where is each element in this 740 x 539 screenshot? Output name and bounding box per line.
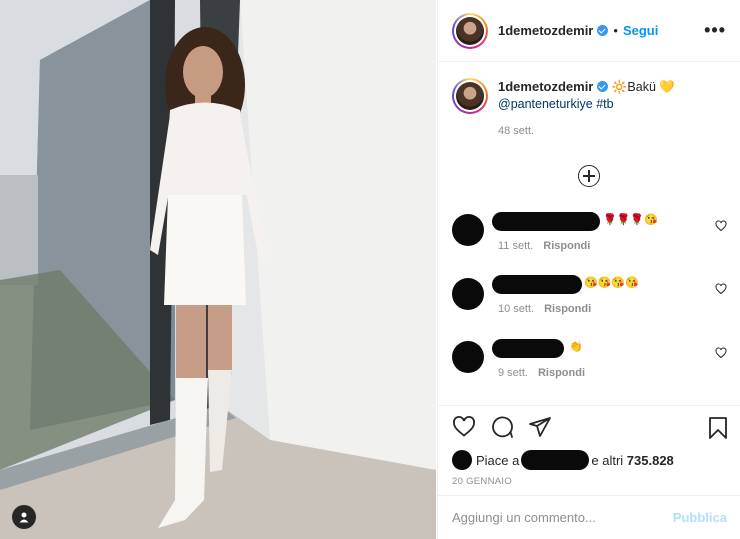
comment-text: 😘😘😘😘 [584, 277, 639, 289]
more-options-icon[interactable]: ••• [704, 20, 726, 41]
caption-time[interactable]: 48 sett. [498, 123, 726, 140]
comment-avatar[interactable] [452, 214, 484, 246]
likes-suffix: e altri [591, 452, 624, 468]
likes-count: 735.828 [626, 452, 674, 468]
likes-prefix: Piace a [476, 452, 520, 468]
comment-meta: 10 sett. Rispondi [498, 303, 591, 315]
liker-avatar [452, 450, 472, 470]
comment-meta: 9 sett. Rispondi [498, 367, 585, 379]
action-icons [452, 414, 727, 440]
reply-button[interactable]: Rispondi [538, 367, 585, 379]
separator-dot: • [613, 23, 618, 38]
likes-summary[interactable]: Piace a e altri 735.828 [452, 450, 727, 470]
publish-button[interactable]: Pubblica [673, 510, 727, 525]
comment-time[interactable]: 9 sett. [498, 367, 528, 379]
comment-avatar[interactable] [452, 341, 484, 373]
comment-heart-icon[interactable] [715, 283, 727, 295]
reply-button[interactable]: Rispondi [544, 303, 591, 315]
comment-text: 👏 [569, 341, 583, 353]
comment-item: 👏 9 sett. Rispondi [452, 339, 727, 379]
caption-username[interactable]: 1demetozdemir [498, 79, 593, 94]
liker-username-redacted [521, 450, 590, 470]
comment-item: 😘😘😘😘 10 sett. Rispondi [452, 275, 727, 315]
comment-username-redacted [492, 275, 582, 294]
heart-icon[interactable] [452, 415, 476, 439]
comment-avatar[interactable] [452, 278, 484, 310]
comment-time[interactable]: 10 sett. [498, 303, 534, 315]
caption-avatar[interactable] [452, 78, 488, 114]
caption-text: 🔆Bakü 💛 [611, 80, 675, 94]
caption-mention[interactable]: @panteneturkiye [498, 97, 593, 111]
caption-hashtag[interactable]: #tb [596, 97, 613, 111]
post-date[interactable]: 20 GENNAIO [452, 476, 727, 487]
comment-time[interactable]: 11 sett. [498, 240, 533, 252]
bookmark-icon[interactable] [707, 416, 729, 440]
follow-button[interactable]: Segui [623, 23, 658, 38]
author-username[interactable]: 1demetozdemir [498, 23, 593, 38]
user-tag-icon[interactable] [12, 505, 36, 529]
comment-input[interactable] [452, 510, 673, 525]
comment-meta: 11 sett. Rispondi [498, 240, 590, 252]
add-comment-bar: Pubblica [438, 495, 740, 539]
comment-icon[interactable] [490, 415, 514, 439]
comment-text: 🌹🌹🌹😘 [603, 214, 658, 226]
post-caption: 1demetozdemir 🔆Bakü 💛 @panteneturkiye #t… [438, 62, 740, 140]
comment-heart-icon[interactable] [715, 220, 727, 232]
verified-badge-icon [597, 81, 609, 92]
verified-badge-icon [597, 25, 609, 36]
share-icon[interactable] [528, 415, 552, 439]
post-header: 1demetozdemir • Segui ••• [438, 0, 740, 62]
post-image [0, 0, 436, 539]
comment-item: 🌹🌹🌹😘 11 sett. Rispondi [452, 212, 727, 252]
post-photo[interactable] [0, 0, 436, 539]
plus-circle-icon[interactable] [578, 165, 600, 187]
comment-username-redacted [492, 212, 600, 231]
comment-username-redacted [492, 339, 564, 358]
reply-button[interactable]: Rispondi [543, 240, 590, 252]
caption-text-block: 1demetozdemir 🔆Bakü 💛 @panteneturkiye #t… [498, 78, 726, 140]
comment-heart-icon[interactable] [715, 347, 727, 359]
user-tag-glyph [19, 512, 29, 523]
post-actions: Piace a e altri 735.828 20 GENNAIO [438, 405, 740, 495]
post-side-panel: 1demetozdemir • Segui ••• 1demetozdemir … [437, 0, 740, 539]
author-avatar[interactable] [452, 12, 488, 49]
